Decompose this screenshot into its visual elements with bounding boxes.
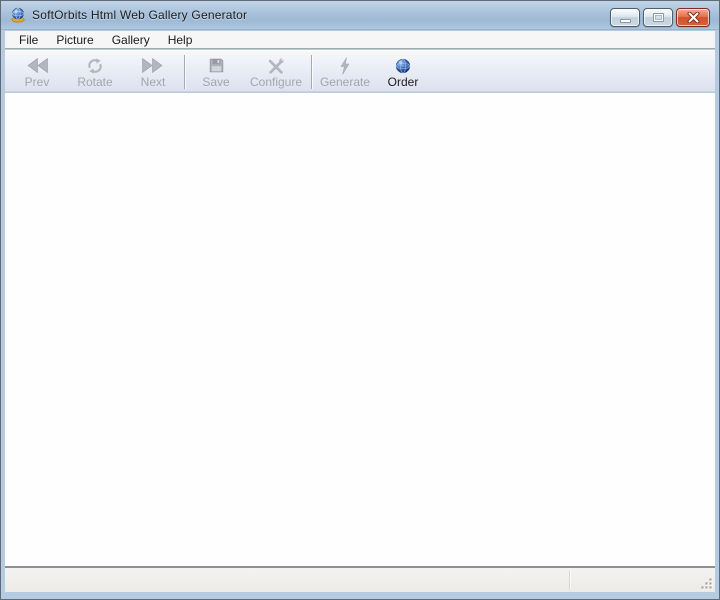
order-globe-icon bbox=[395, 56, 411, 75]
toolbar-separator bbox=[184, 55, 185, 89]
toolbar-separator bbox=[311, 55, 312, 89]
app-globe-gallery-icon bbox=[10, 7, 26, 23]
order-button[interactable]: Order bbox=[375, 54, 431, 90]
menu-gallery[interactable]: Gallery bbox=[103, 32, 159, 48]
menu-help[interactable]: Help bbox=[159, 32, 202, 48]
window-title: SoftOrbits Html Web Gallery Generator bbox=[32, 8, 248, 22]
minimize-icon bbox=[619, 18, 631, 23]
app-window: SoftOrbits Html Web Gallery Generator Fi… bbox=[0, 0, 720, 600]
menu-file[interactable]: File bbox=[10, 32, 47, 48]
configure-icon bbox=[267, 56, 285, 75]
maximize-icon bbox=[652, 13, 664, 22]
menubar: File Picture Gallery Help bbox=[5, 31, 715, 49]
minimize-button[interactable] bbox=[610, 8, 640, 27]
next-icon bbox=[141, 56, 165, 75]
prev-button[interactable]: Prev bbox=[9, 54, 65, 90]
rotate-button[interactable]: Rotate bbox=[65, 54, 125, 90]
generate-button[interactable]: Generate bbox=[315, 54, 375, 90]
menu-picture[interactable]: Picture bbox=[47, 32, 102, 48]
titlebar[interactable]: SoftOrbits Html Web Gallery Generator bbox=[1, 1, 719, 30]
statusbar bbox=[5, 568, 715, 592]
prev-icon bbox=[25, 56, 49, 75]
close-icon bbox=[687, 12, 699, 23]
close-button[interactable] bbox=[676, 8, 710, 27]
gallery-content-area[interactable] bbox=[5, 93, 715, 566]
status-panel-right bbox=[570, 568, 715, 592]
generate-icon bbox=[337, 56, 353, 75]
window-controls bbox=[610, 8, 710, 27]
resize-grip[interactable] bbox=[700, 577, 714, 591]
next-button[interactable]: Next bbox=[125, 54, 181, 90]
save-icon bbox=[208, 56, 225, 75]
maximize-button[interactable] bbox=[643, 8, 673, 27]
rotate-icon bbox=[86, 56, 104, 75]
toolbar: Prev Rotate Next Save Configure Generate… bbox=[5, 50, 715, 92]
status-panel-left bbox=[5, 568, 569, 592]
configure-button[interactable]: Configure bbox=[244, 54, 308, 90]
save-button[interactable]: Save bbox=[188, 54, 244, 90]
